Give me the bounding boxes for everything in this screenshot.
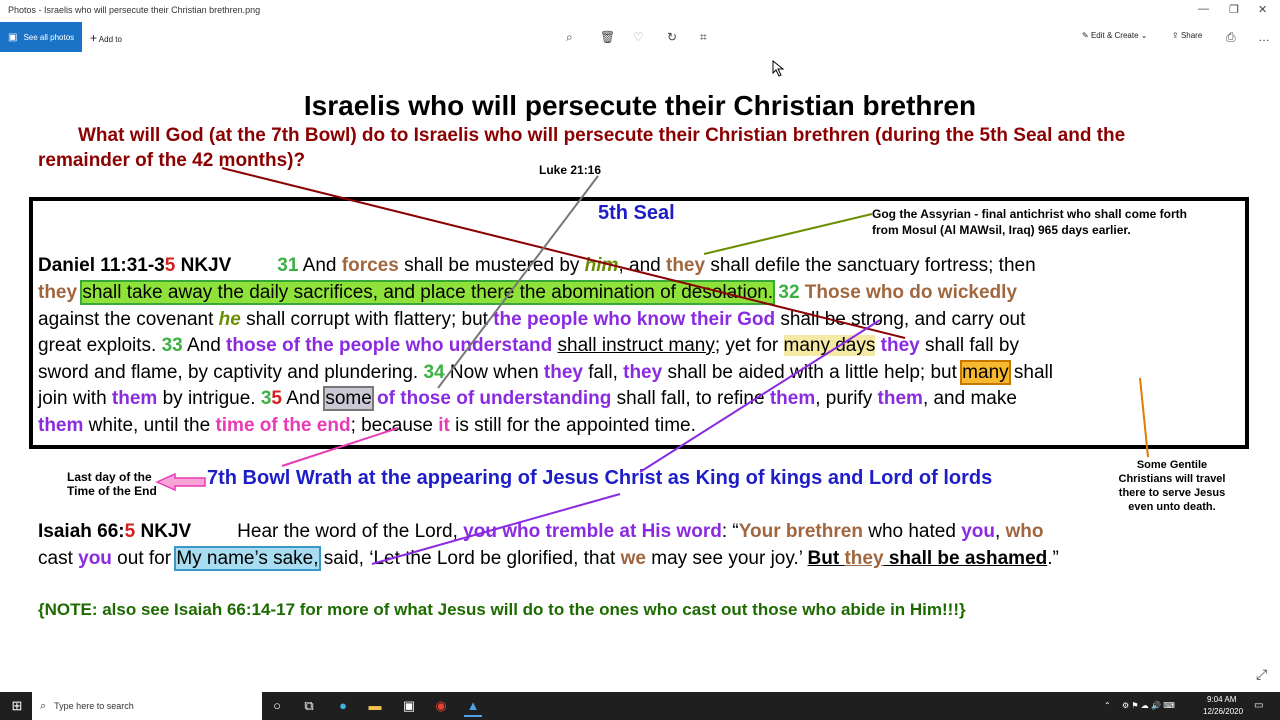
close-button[interactable]: ✕ bbox=[1258, 3, 1267, 16]
mouse-cursor-icon bbox=[772, 60, 785, 77]
notification-icon[interactable]: ▭ bbox=[1254, 700, 1263, 711]
photo-canvas: Israelis who will persecute their Christ… bbox=[0, 54, 1280, 692]
clock-date[interactable]: 12/26/2020 bbox=[1203, 707, 1243, 716]
tray-apps-icon[interactable]: ⚙ ⚑ ☁ 🔊 ⌨ bbox=[1122, 701, 1175, 710]
share-icon: ⇪ bbox=[1172, 31, 1179, 40]
minimize-button[interactable]: — bbox=[1198, 3, 1209, 15]
photos-app-icon[interactable]: ▲ bbox=[464, 697, 482, 717]
see-all-photos-button[interactable]: ▣ See all photos bbox=[0, 22, 82, 52]
window-title: Photos - Israelis who will persecute the… bbox=[8, 5, 261, 15]
rotate-icon[interactable]: ↻ bbox=[667, 30, 677, 44]
search-icon: ⌕ bbox=[40, 699, 47, 712]
annotation-lines bbox=[221, 167, 1149, 565]
more-icon[interactable]: … bbox=[1258, 30, 1270, 44]
clock-time[interactable]: 9:04 AM bbox=[1207, 695, 1236, 704]
window-titlebar: Photos - Israelis who will persecute the… bbox=[0, 0, 1280, 22]
add-to-label: Add to bbox=[98, 35, 122, 44]
share-label: Share bbox=[1180, 31, 1203, 40]
cortana-icon[interactable]: ○ bbox=[268, 697, 286, 715]
edit-icon: ✎ bbox=[1082, 31, 1089, 40]
edit-create-button[interactable]: ✎ Edit & Create ⌄ bbox=[1082, 31, 1147, 40]
store-icon[interactable]: ▣ bbox=[400, 697, 418, 715]
fullscreen-icon[interactable]: ⤢ bbox=[1256, 666, 1267, 683]
crop-icon[interactable]: ⌗ bbox=[700, 30, 707, 45]
photos-toolbar: ▣ See all photos + Add to ⌕ 🗑 ♡ ↻ ⌗ ✎ Ed… bbox=[0, 22, 1280, 54]
chevron-down-icon: ⌄ bbox=[1140, 31, 1148, 40]
chrome-icon[interactable]: ◉ bbox=[432, 697, 450, 715]
taskbar-search-box[interactable]: ⌕ Type here to search bbox=[32, 692, 262, 720]
print-icon[interactable]: ⎙ bbox=[1226, 30, 1236, 45]
edit-create-label: Edit & Create bbox=[1090, 31, 1139, 40]
maximize-button[interactable]: ❐ bbox=[1229, 3, 1239, 16]
delete-icon[interactable]: 🗑 bbox=[600, 30, 615, 44]
task-view-icon[interactable]: ⧉ bbox=[300, 697, 318, 715]
photos-icon: ▣ bbox=[8, 31, 18, 43]
windows-taskbar: ⊞ ⌕ Type here to search ○ ⧉ ● ▬ ▣ ◉ ▲ ⌃ … bbox=[0, 692, 1280, 720]
see-all-photos-label: See all photos bbox=[23, 32, 75, 42]
plus-icon: + bbox=[90, 31, 98, 45]
tray-chevron-icon[interactable]: ⌃ bbox=[1104, 701, 1111, 710]
file-explorer-icon[interactable]: ▬ bbox=[366, 697, 384, 715]
heart-icon[interactable]: ♡ bbox=[633, 30, 644, 44]
windows-start-icon[interactable]: ⊞ bbox=[8, 697, 26, 715]
search-placeholder: Type here to search bbox=[54, 701, 134, 711]
zoom-icon[interactable]: ⌕ bbox=[566, 30, 573, 45]
add-to-button[interactable]: + Add to bbox=[90, 31, 122, 45]
share-button[interactable]: ⇪ Share bbox=[1172, 31, 1202, 40]
edge-icon[interactable]: ● bbox=[334, 697, 352, 715]
